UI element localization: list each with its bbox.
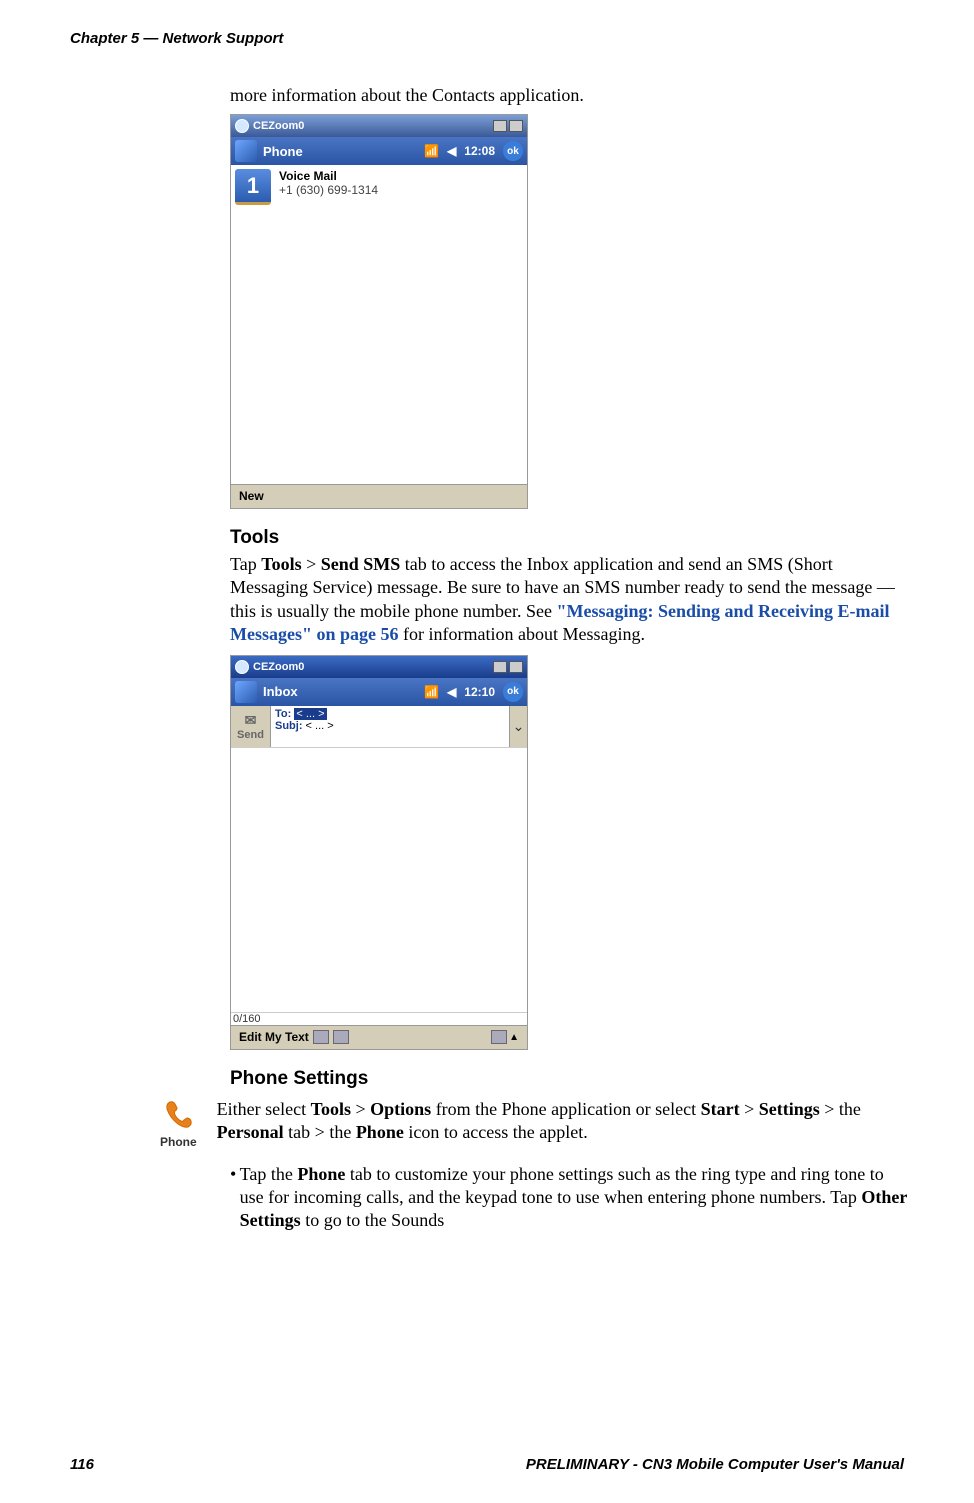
phone-icon: [162, 1098, 194, 1130]
arrow-up-icon: ▲: [509, 1032, 519, 1043]
signal-icon: 📶: [424, 144, 439, 158]
bullet-marker: •: [230, 1163, 240, 1233]
compose-header: ✉ Send To: < ... > Subj: < ... > ⌄: [231, 706, 527, 748]
char-counter: 0/160: [231, 1012, 527, 1025]
window-titlebar: CEZoom0: [231, 115, 527, 137]
clock-time: 12:10: [464, 685, 495, 699]
phone-settings-paragraph: Either select Tools > Options from the P…: [217, 1098, 910, 1145]
speed-dial-number: 1: [235, 169, 271, 205]
keyboard-icon: [491, 1030, 507, 1044]
bottom-bar: New: [231, 484, 527, 508]
signal-icon: 📶: [424, 685, 439, 699]
bottom-bar: Edit My Text ▲: [231, 1025, 527, 1049]
send-button: ✉ Send: [231, 706, 271, 747]
phone-settings-heading: Phone Settings: [230, 1068, 910, 1090]
voicemail-number: +1 (630) 699-1314: [279, 183, 378, 197]
screenshot-inbox-sms: CEZoom0 Inbox 📶 ◀ 12:10 ok ✉ Send To: < …: [230, 655, 528, 1050]
window-controls: [493, 661, 523, 673]
chevron-down-icon: ⌄: [509, 706, 527, 747]
app-icon: [235, 119, 249, 133]
voicemail-item: 1 Voice Mail +1 (630) 699-1314: [231, 165, 527, 209]
phone-icon-column: Phone: [160, 1098, 197, 1149]
minimize-icon: [493, 661, 507, 673]
tools-heading: Tools: [230, 527, 910, 549]
window-controls: [493, 120, 523, 132]
clock-time: 12:08: [464, 144, 495, 158]
page-footer: 116 PRELIMINARY - CN3 Mobile Computer Us…: [70, 1456, 904, 1473]
screenshot-phone-voicemail: CEZoom0 Phone 📶 ◀ 12:08 ok 1 Voice Mail …: [230, 114, 528, 509]
minimize-icon: [493, 120, 507, 132]
windows-icon: [235, 140, 257, 162]
app-title: Inbox: [263, 684, 298, 699]
volume-icon: ◀: [447, 144, 456, 158]
maximize-icon: [509, 120, 523, 132]
window-title: CEZoom0: [253, 661, 304, 673]
app-title: Phone: [263, 144, 303, 159]
maximize-icon: [509, 661, 523, 673]
tools-paragraph: Tap Tools > Send SMS tab to access the I…: [230, 553, 910, 647]
intro-text: more information about the Contacts appl…: [230, 85, 910, 106]
subj-label: Subj:: [275, 720, 303, 732]
bullet-item: • Tap the Phone tab to customize your ph…: [230, 1163, 910, 1233]
subj-field: < ... >: [303, 720, 334, 732]
window-titlebar: CEZoom0: [231, 656, 527, 678]
voicemail-title: Voice Mail: [279, 169, 378, 183]
page-header: Chapter 5 — Network Support: [70, 30, 283, 47]
phone-icon-label: Phone: [160, 1135, 197, 1149]
toolbar-icon: [313, 1030, 329, 1044]
toolbar-icon: [333, 1030, 349, 1044]
phone-app-bar: Phone 📶 ◀ 12:08 ok: [231, 137, 527, 165]
to-field: < ... >: [294, 708, 326, 720]
volume-icon: ◀: [447, 685, 456, 699]
ok-button: ok: [503, 141, 523, 161]
app-icon: [235, 660, 249, 674]
to-label: To:: [275, 708, 291, 720]
footer-title: PRELIMINARY - CN3 Mobile Computer User's…: [526, 1456, 904, 1473]
ok-button: ok: [503, 682, 523, 702]
inbox-app-bar: Inbox 📶 ◀ 12:10 ok: [231, 678, 527, 706]
page-number: 116: [70, 1456, 94, 1473]
windows-icon: [235, 681, 257, 703]
edit-my-text-label: Edit My Text: [239, 1030, 309, 1044]
window-title: CEZoom0: [253, 120, 304, 132]
page-content: more information about the Contacts appl…: [230, 85, 910, 1233]
